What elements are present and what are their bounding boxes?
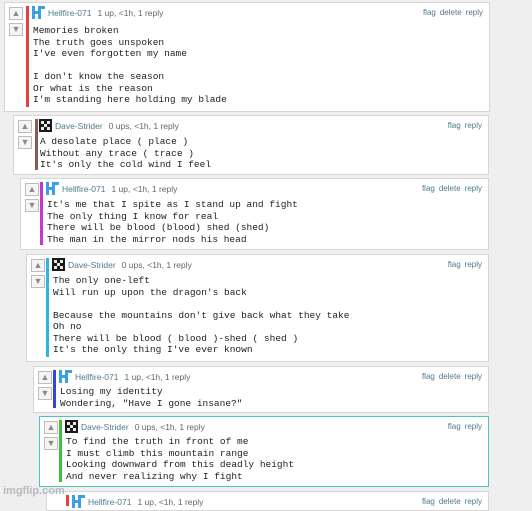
reply-link[interactable]: reply	[465, 260, 482, 269]
flag-link[interactable]: flag	[448, 121, 461, 130]
thread-depth-bar	[53, 370, 56, 408]
comment-body: Memories broken The truth goes unspoken …	[33, 25, 227, 105]
comment-actions: flag delete reply	[418, 372, 482, 382]
comment-stats: 0 ups, <1h, 1 reply	[108, 121, 179, 131]
comment-meta: Dave-Strider 0 ups, <1h, 1 reply	[55, 121, 179, 131]
hellfire-logo-icon[interactable]	[32, 6, 45, 19]
comment: ▲ ▼ Hellfire-071 1 up, <1h, 1 reply flag d…	[4, 2, 490, 112]
username-link[interactable]: Hellfire-071	[62, 184, 105, 194]
vote-controls: ▲ ▼	[18, 120, 32, 152]
comment-meta: Dave-Strider 0 ups, <1h, 1 reply	[68, 260, 192, 270]
comment-body: Losing my identity Wondering, "Have I go…	[60, 386, 243, 409]
comment-meta: Hellfire-071 1 up, <1h, 1 reply	[62, 184, 177, 194]
delete-link[interactable]: delete	[439, 372, 461, 381]
comment-actions: flag delete reply	[419, 8, 483, 18]
reply-link[interactable]: reply	[465, 121, 482, 130]
comment: ▲ ▼ Hellfire-071 1 up, <1h, 1 reply flag d…	[33, 366, 489, 413]
downvote-button[interactable]: ▼	[31, 275, 45, 288]
upvote-button[interactable]: ▲	[44, 421, 58, 434]
downvote-button[interactable]: ▼	[38, 387, 52, 400]
comment-stats: 0 ups, <1h, 1 reply	[134, 422, 205, 432]
upvote-button[interactable]: ▲	[31, 259, 45, 272]
reply-link[interactable]: reply	[465, 422, 482, 431]
comment-stats: 1 up, <1h, 1 reply	[124, 372, 191, 382]
comment-body: It's me that I spite as I stand up and f…	[47, 199, 298, 245]
thread-depth-bar	[66, 495, 69, 506]
upvote-button[interactable]: ▲	[9, 7, 23, 20]
comment-body: To find the truth in front of me I must …	[66, 436, 295, 482]
flag-link[interactable]: flag	[423, 8, 436, 17]
imgflip-watermark: imgflip.com	[3, 485, 65, 497]
comment-actions: flag reply	[444, 422, 482, 432]
downvote-button[interactable]: ▼	[44, 437, 58, 450]
delete-link[interactable]: delete	[440, 8, 462, 17]
comment-stats: 1 up, <1h, 1 reply	[97, 8, 164, 18]
reply-link[interactable]: reply	[465, 497, 482, 506]
comment: ▲ ▼ Dave-Strider 0 ups, <1h, 1 reply flag…	[26, 254, 489, 362]
vote-controls: ▲ ▼	[38, 371, 52, 403]
comment-body: The only one-left Will run up upon the d…	[53, 275, 350, 355]
username-link[interactable]: Hellfire-071	[48, 8, 91, 18]
vote-controls: ▲ ▼	[44, 421, 58, 453]
thread-depth-bar	[35, 119, 38, 170]
delete-link[interactable]: delete	[439, 497, 461, 506]
flag-link[interactable]: flag	[422, 184, 435, 193]
thread-depth-bar	[46, 258, 49, 357]
flag-link[interactable]: flag	[448, 422, 461, 431]
upvote-button[interactable]: ▲	[25, 183, 39, 196]
comment-body: A desolate place ( place ) Without any t…	[40, 136, 212, 170]
dave-strider-avatar-icon[interactable]	[39, 119, 52, 132]
comment: Hellfire-071 1 up, <1h, 1 reply flag delet…	[46, 491, 489, 511]
thread-depth-bar	[59, 420, 62, 482]
thread-depth-bar	[40, 182, 43, 245]
flag-link[interactable]: flag	[448, 260, 461, 269]
comment-meta: Dave-Strider 0 ups, <1h, 1 reply	[81, 422, 205, 432]
username-link[interactable]: Hellfire-071	[75, 372, 118, 382]
flag-link[interactable]: flag	[422, 497, 435, 506]
flag-link[interactable]: flag	[422, 372, 435, 381]
dave-strider-avatar-icon[interactable]	[65, 420, 78, 433]
reply-link[interactable]: reply	[466, 8, 483, 17]
comment: ▲ ▼ Dave-Strider 0 ups, <1h, 1 reply flag…	[39, 416, 489, 487]
comment-actions: flag reply	[444, 260, 482, 270]
dave-strider-avatar-icon[interactable]	[52, 258, 65, 271]
username-link[interactable]: Dave-Strider	[55, 121, 103, 131]
username-link[interactable]: Dave-Strider	[68, 260, 116, 270]
upvote-button[interactable]: ▲	[38, 371, 52, 384]
hellfire-logo-icon[interactable]	[72, 495, 85, 508]
downvote-button[interactable]: ▼	[25, 199, 39, 212]
downvote-button[interactable]: ▼	[18, 136, 32, 149]
delete-link[interactable]: delete	[439, 184, 461, 193]
vote-controls: ▲ ▼	[9, 7, 23, 39]
reply-link[interactable]: reply	[465, 184, 482, 193]
thread-depth-bar	[26, 6, 29, 107]
comment-meta: Hellfire-071 1 up, <1h, 1 reply	[48, 8, 163, 18]
reply-link[interactable]: reply	[465, 372, 482, 381]
vote-controls: ▲ ▼	[25, 183, 39, 215]
comment-stats: 1 up, <1h, 1 reply	[111, 184, 178, 194]
upvote-button[interactable]: ▲	[18, 120, 32, 133]
downvote-button[interactable]: ▼	[9, 23, 23, 36]
comment-meta: Hellfire-071 1 up, <1h, 1 reply	[75, 372, 190, 382]
comment-actions: flag delete reply	[418, 184, 482, 194]
comment-stats: 0 ups, <1h, 1 reply	[121, 260, 192, 270]
hellfire-logo-icon[interactable]	[59, 370, 72, 383]
vote-controls: ▲ ▼	[31, 259, 45, 291]
hellfire-logo-icon[interactable]	[46, 182, 59, 195]
username-link[interactable]: Dave-Strider	[81, 422, 129, 432]
comment-actions: flag reply	[444, 121, 482, 131]
comment: ▲ ▼ Dave-Strider 0 ups, <1h, 1 reply flag…	[13, 115, 489, 175]
comment: ▲ ▼ Hellfire-071 1 up, <1h, 1 reply flag d…	[20, 178, 489, 250]
